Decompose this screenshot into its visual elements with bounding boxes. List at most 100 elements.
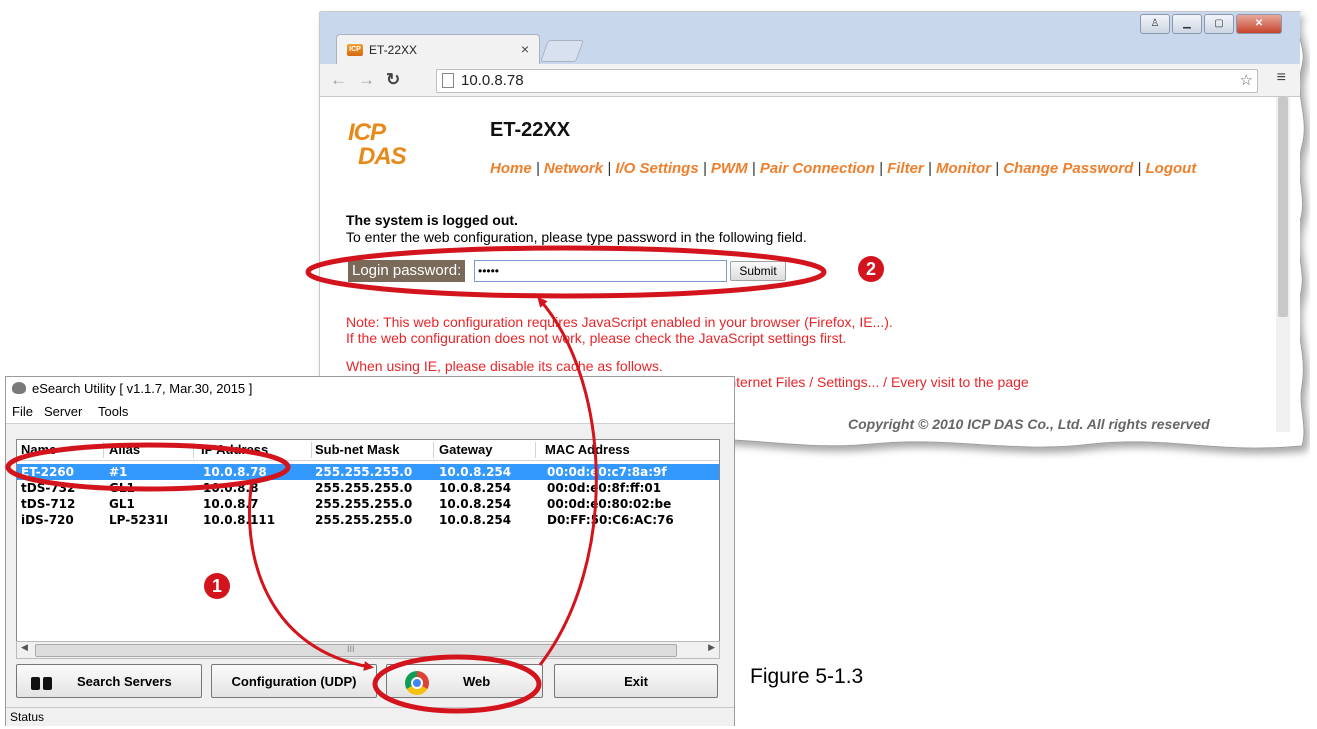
esearch-app-icon bbox=[12, 382, 26, 394]
server-list[interactable]: Name Alias IP Address Sub-net Mask Gatew… bbox=[16, 439, 720, 649]
cell-alias: GL1 bbox=[109, 481, 135, 495]
cell-ip: 10.0.8.78 bbox=[203, 465, 267, 479]
server-row[interactable]: iDS-720 LP-5231I 10.0.8.111 255.255.255.… bbox=[17, 512, 719, 528]
nav-network[interactable]: Network bbox=[544, 160, 603, 177]
cell-name: iDS-720 bbox=[21, 513, 74, 527]
web-label: Web bbox=[463, 674, 491, 689]
password-field[interactable]: ••••• bbox=[474, 260, 727, 282]
tab-close-icon[interactable]: × bbox=[521, 41, 529, 57]
nav-pair-connection[interactable]: Pair Connection bbox=[760, 160, 875, 177]
cell-mask: 255.255.255.0 bbox=[315, 497, 413, 511]
server-row[interactable]: tDS-732 GL1 10.0.8.8 255.255.255.0 10.0.… bbox=[17, 480, 719, 496]
web-button[interactable]: Web bbox=[386, 664, 543, 698]
browser-titlebar: ICP ET-22XX × ♙ ▁ ▢ ✕ bbox=[320, 12, 1300, 65]
menu-tools[interactable]: Tools bbox=[98, 404, 128, 419]
col-mac-address[interactable]: MAC Address bbox=[545, 442, 715, 458]
horizontal-scrollbar[interactable]: ◀ III ▶ bbox=[16, 641, 720, 659]
url-text: 10.0.8.78 bbox=[461, 72, 524, 89]
nav-io-settings[interactable]: I/O Settings bbox=[615, 160, 698, 177]
exit-label: Exit bbox=[624, 673, 648, 689]
col-gateway[interactable]: Gateway bbox=[439, 442, 536, 458]
configuration-label: Configuration (UDP) bbox=[231, 673, 357, 689]
login-instruction: To enter the web configuration, please t… bbox=[346, 229, 807, 245]
javascript-note-2: If the web configuration does not work, … bbox=[346, 330, 847, 346]
cell-mask: 255.255.255.0 bbox=[315, 513, 413, 527]
col-ip-address[interactable]: IP Address bbox=[201, 442, 312, 458]
cell-mac: 00:0d:e0:80:02:be bbox=[547, 497, 672, 511]
cell-ip: 10.0.8.7 bbox=[203, 497, 259, 511]
esearch-titlebar: eSearch Utility [ v1.1.7, Mar.30, 2015 ] bbox=[6, 377, 734, 401]
cell-alias: #1 bbox=[109, 465, 128, 479]
chrome-icon bbox=[405, 671, 429, 695]
cell-alias: GL1 bbox=[109, 497, 135, 511]
esearch-title: eSearch Utility [ v1.1.7, Mar.30, 2015 ] bbox=[32, 381, 253, 396]
col-subnet-mask[interactable]: Sub-net Mask bbox=[315, 442, 434, 458]
configuration-udp-button[interactable]: Configuration (UDP) bbox=[211, 664, 377, 698]
exit-button[interactable]: Exit bbox=[554, 664, 718, 698]
col-alias[interactable]: Alias bbox=[109, 442, 194, 458]
server-row[interactable]: ET-2260 #1 10.0.8.78 255.255.255.0 10.0.… bbox=[17, 464, 719, 480]
scroll-left-icon[interactable]: ◀ bbox=[21, 642, 28, 653]
chrome-menu-icon[interactable]: ≡ bbox=[1277, 69, 1286, 87]
copyright-text: Copyright © 2010 ICP DAS Co., Ltd. All r… bbox=[848, 416, 1210, 432]
browser-toolbar: ← → ↻ 10.0.8.78 ☆ ≡ bbox=[320, 64, 1300, 97]
nav-change-password[interactable]: Change Password bbox=[1003, 160, 1133, 177]
cell-ip: 10.0.8.111 bbox=[203, 513, 276, 527]
address-bar[interactable]: 10.0.8.78 ☆ bbox=[436, 69, 1258, 93]
bookmark-star-icon[interactable]: ☆ bbox=[1240, 71, 1253, 89]
favicon-icon: ICP bbox=[347, 44, 363, 56]
forward-arrow-icon[interactable]: → bbox=[358, 70, 375, 90]
login-password-label: Login password: bbox=[348, 260, 466, 282]
server-row[interactable]: tDS-712 GL1 10.0.8.7 255.255.255.0 10.0.… bbox=[17, 496, 719, 512]
page-icon bbox=[442, 73, 454, 88]
reload-icon[interactable]: ↻ bbox=[386, 70, 400, 90]
esearch-menubar: File Server Tools bbox=[6, 401, 734, 424]
cell-ip: 10.0.8.8 bbox=[203, 481, 259, 495]
minimize-button[interactable]: ▁ bbox=[1172, 14, 1202, 34]
cell-mac: D0:FF:50:C6:AC:76 bbox=[547, 513, 674, 527]
search-servers-label: Search Servers bbox=[77, 674, 172, 689]
ie-cache-note: When using IE, please disable its cache … bbox=[346, 358, 663, 374]
cell-name: tDS-712 bbox=[21, 497, 76, 511]
nav-monitor[interactable]: Monitor bbox=[936, 160, 991, 177]
cell-mask: 255.255.255.0 bbox=[315, 481, 413, 495]
scrollbar-thumb[interactable] bbox=[1278, 97, 1288, 317]
tab-title: ET-22XX bbox=[369, 43, 418, 57]
maximize-button[interactable]: ▢ bbox=[1204, 14, 1234, 34]
nav-filter[interactable]: Filter bbox=[887, 160, 924, 177]
browser-tab[interactable]: ICP ET-22XX × bbox=[336, 34, 540, 65]
user-icon[interactable]: ♙ bbox=[1140, 14, 1170, 34]
web-nav-menu: Home | Network | I/O Settings | PWM | Pa… bbox=[490, 160, 1197, 177]
javascript-note: Note: This web configuration requires Ja… bbox=[346, 314, 893, 330]
cell-gateway: 10.0.8.254 bbox=[439, 513, 512, 527]
esearch-window: eSearch Utility [ v1.1.7, Mar.30, 2015 ]… bbox=[5, 376, 735, 726]
menu-server[interactable]: Server bbox=[44, 404, 82, 419]
page-scrollbar[interactable] bbox=[1276, 97, 1290, 432]
nav-logout[interactable]: Logout bbox=[1146, 160, 1197, 177]
status-bar: Status bbox=[6, 707, 734, 726]
col-name[interactable]: Name bbox=[21, 442, 104, 458]
submit-button[interactable]: Submit bbox=[730, 261, 786, 281]
cell-mac: 00:0d:e0:8f:ff:01 bbox=[547, 481, 662, 495]
figure-caption: Figure 5-1.3 bbox=[750, 665, 864, 688]
cell-name: ET-2260 bbox=[21, 465, 74, 479]
new-tab-button[interactable] bbox=[539, 40, 585, 62]
callout-step-2: 2 bbox=[858, 256, 884, 282]
icpdas-logo: ICP DAS bbox=[348, 119, 407, 170]
menu-file[interactable]: File bbox=[12, 404, 33, 419]
nav-home[interactable]: Home bbox=[490, 160, 532, 177]
scroll-right-icon[interactable]: ▶ bbox=[708, 642, 715, 653]
cell-alias: LP-5231I bbox=[109, 513, 169, 527]
cell-mask: 255.255.255.0 bbox=[315, 465, 413, 479]
cell-gateway: 10.0.8.254 bbox=[439, 481, 512, 495]
nav-pwm[interactable]: PWM bbox=[711, 160, 748, 177]
cell-name: tDS-732 bbox=[21, 481, 76, 495]
window-controls: ♙ ▁ ▢ ✕ bbox=[1140, 14, 1282, 34]
cell-gateway: 10.0.8.254 bbox=[439, 465, 512, 479]
logged-out-heading: The system is logged out. bbox=[346, 212, 518, 228]
close-window-button[interactable]: ✕ bbox=[1236, 14, 1282, 34]
back-arrow-icon[interactable]: ← bbox=[330, 70, 347, 90]
search-servers-button[interactable]: Search Servers bbox=[16, 664, 202, 698]
scroll-thumb[interactable] bbox=[35, 644, 677, 657]
cell-gateway: 10.0.8.254 bbox=[439, 497, 512, 511]
